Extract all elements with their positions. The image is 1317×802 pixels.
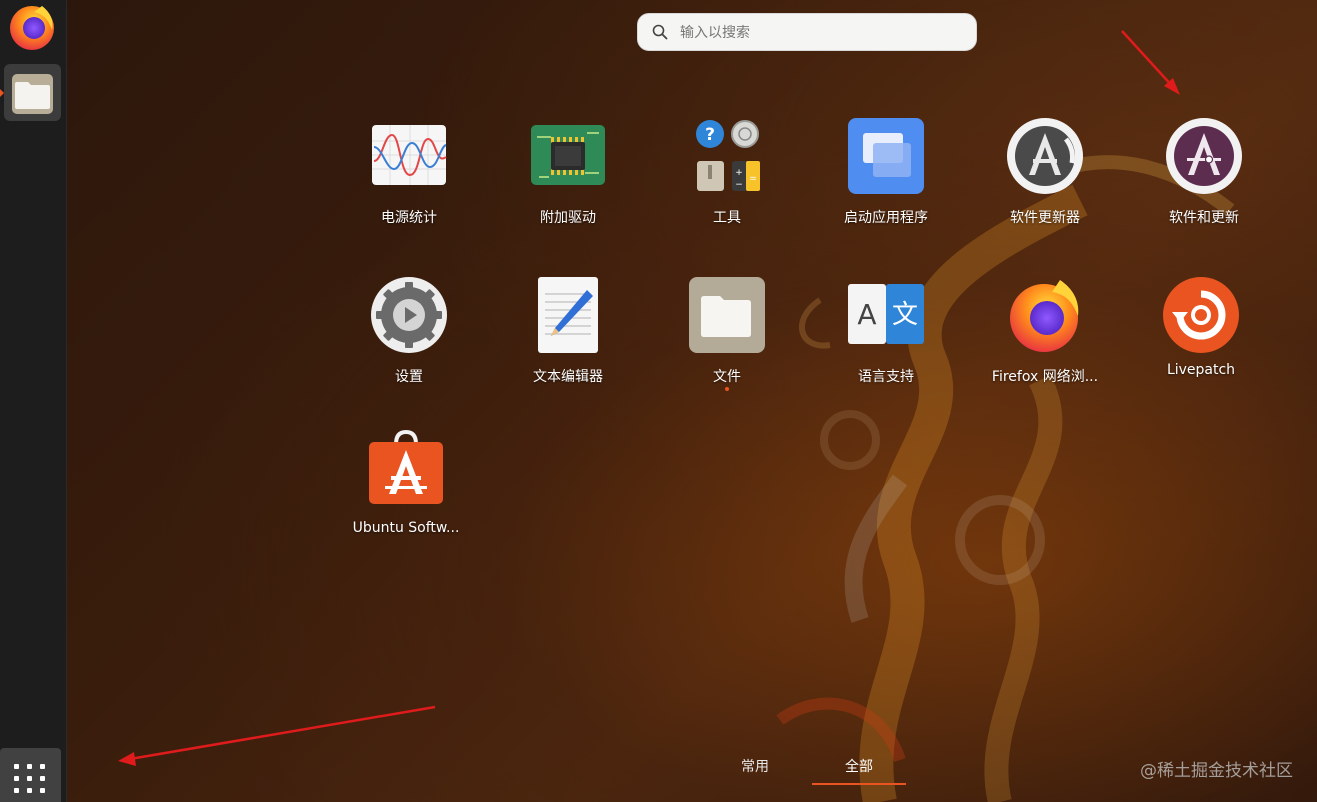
app-label: 电源统计: [381, 210, 437, 226]
app-files[interactable]: 文件: [652, 276, 802, 391]
dock-item-firefox[interactable]: [4, 0, 61, 57]
app-ubuntu-software[interactable]: Ubuntu Softw...: [331, 429, 481, 536]
firefox-icon: [1010, 280, 1079, 352]
utilities-folder-icon: ? + − =: [696, 120, 760, 191]
running-indicator: [725, 387, 729, 391]
app-power-statistics[interactable]: 电源统计: [334, 117, 484, 227]
app-label: 软件更新器: [1010, 210, 1080, 226]
svg-text:A: A: [857, 298, 876, 331]
app-label: Livepatch: [1166, 362, 1236, 378]
app-grid-icon: [14, 764, 45, 793]
search-icon: [652, 24, 668, 40]
app-label: 文本编辑器: [533, 369, 603, 385]
app-label: Ubuntu Softw...: [352, 520, 460, 536]
app-additional-drivers[interactable]: 附加驱动: [493, 117, 643, 227]
app-firefox[interactable]: Firefox 网络浏...: [970, 276, 1120, 386]
app-label: 附加驱动: [540, 210, 596, 226]
svg-text:+: +: [735, 168, 743, 178]
tab-frequent[interactable]: 常用: [720, 752, 790, 782]
app-view-tabs: 常用 全部: [700, 752, 930, 785]
app-text-editor[interactable]: 文本编辑器: [493, 276, 643, 386]
app-settings[interactable]: 设置: [334, 276, 484, 386]
watermark: @稀土掘金技术社区: [1140, 761, 1293, 781]
app-label: 启动应用程序: [844, 210, 928, 226]
app-label: 工具: [713, 210, 741, 226]
software-updater-icon: [1007, 118, 1083, 194]
livepatch-icon: [1163, 277, 1239, 353]
startup-applications-icon: [848, 118, 924, 194]
active-tab-indicator: [812, 783, 906, 785]
svg-text:−: −: [735, 180, 743, 190]
search-box[interactable]: [637, 13, 977, 51]
language-support-icon: A 文: [848, 284, 924, 344]
files-icon: [689, 277, 765, 353]
app-startup-applications[interactable]: 启动应用程序: [811, 117, 961, 227]
settings-gear-icon: [371, 277, 447, 353]
dock-item-files[interactable]: [4, 64, 61, 121]
svg-text:=: =: [749, 174, 757, 184]
app-language-support[interactable]: A 文 语言支持: [811, 276, 961, 386]
app-software-properties[interactable]: 软件和更新: [1129, 117, 1279, 227]
app-label: 软件和更新: [1169, 210, 1239, 226]
software-properties-icon: [1166, 118, 1242, 194]
app-label: 设置: [395, 369, 423, 385]
search-input[interactable]: [678, 20, 962, 46]
ubuntu-software-icon: [369, 429, 443, 504]
svg-text:文: 文: [892, 300, 918, 330]
app-label: 语言支持: [858, 369, 914, 385]
dock: [0, 0, 67, 802]
app-software-updater[interactable]: 软件更新器: [970, 117, 1120, 227]
additional-drivers-icon: [531, 125, 605, 185]
power-statistics-icon: [372, 125, 447, 185]
svg-text:?: ?: [705, 125, 715, 145]
firefox-icon: [10, 6, 54, 50]
app-label: 文件: [713, 369, 741, 385]
text-editor-icon: [538, 277, 598, 353]
show-applications-button[interactable]: [0, 748, 61, 802]
app-label: Firefox 网络浏...: [991, 369, 1099, 385]
folder-icon: [12, 74, 53, 114]
app-utilities-folder[interactable]: ? + − = 工具: [652, 117, 802, 227]
running-indicator: [0, 89, 4, 97]
app-livepatch[interactable]: Livepatch: [1126, 276, 1276, 378]
tab-all-label: 全部: [845, 759, 873, 775]
tab-all[interactable]: 全部: [812, 752, 906, 785]
